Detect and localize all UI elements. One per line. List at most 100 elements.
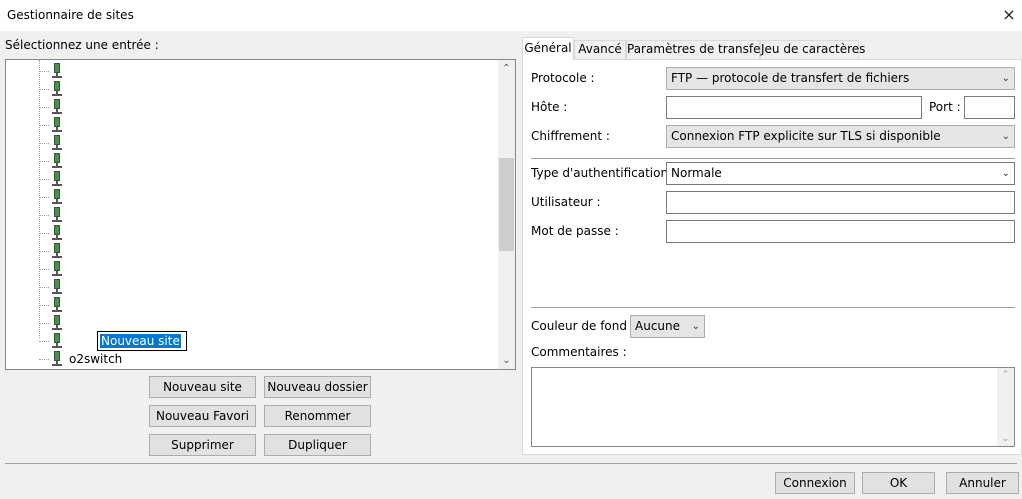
tree-item-site[interactable] <box>39 98 459 116</box>
tree-connector <box>39 197 49 198</box>
title-bar: Gestionnaire de sites × <box>0 0 1022 31</box>
tree-item-site[interactable] <box>39 278 459 296</box>
tree-scrollbar[interactable]: ⌃ ⌄ <box>498 60 515 369</box>
tree-item-site[interactable] <box>39 242 459 260</box>
tree-item-site[interactable] <box>39 260 459 278</box>
tree-connector <box>39 341 49 342</box>
server-icon <box>52 117 62 133</box>
tree-item-site[interactable] <box>39 314 459 332</box>
chevron-down-icon: ⌄ <box>1001 168 1010 179</box>
tree-connector <box>39 179 49 180</box>
auth-type-select[interactable]: Normale ⌄ <box>666 162 1015 185</box>
chevron-down-icon: ⌄ <box>1001 131 1010 142</box>
port-label: Port : <box>929 100 961 114</box>
host-input[interactable] <box>666 96 922 119</box>
chevron-down-icon: ⌄ <box>1001 73 1010 84</box>
background-color-value: Aucune <box>635 319 681 333</box>
divider <box>531 158 1015 159</box>
server-icon <box>52 351 62 367</box>
background-color-select[interactable]: Aucune ⌄ <box>630 315 705 338</box>
tab-transfer-settings[interactable]: Paramètres de transfert <box>626 40 770 59</box>
background-color-label: Couleur de fond : <box>531 319 635 333</box>
server-icon <box>52 153 62 169</box>
comments-scrollbar[interactable]: ⌃ ⌄ <box>997 368 1014 446</box>
new-bookmark-button[interactable]: Nouveau Favori <box>149 405 256 427</box>
server-icon <box>52 171 62 187</box>
tree-item-site[interactable] <box>39 80 459 98</box>
auth-type-value: Normale <box>671 166 722 180</box>
server-icon <box>52 99 62 115</box>
protocol-label: Protocole : <box>531 71 595 85</box>
tree-connector <box>39 125 49 126</box>
rename-site-value: Nouveau site <box>100 334 181 348</box>
tree-item-site[interactable] <box>39 170 459 188</box>
tree-item-site[interactable] <box>39 224 459 242</box>
tree-item-site[interactable] <box>39 134 459 152</box>
encryption-value: Connexion FTP explicite sur TLS si dispo… <box>671 129 941 143</box>
auth-type-label: Type d'authentification : <box>531 166 676 180</box>
tree-item-label: o2switch <box>69 352 123 366</box>
scroll-up-icon[interactable]: ⌃ <box>498 60 515 77</box>
password-label: Mot de passe : <box>531 224 619 238</box>
tree-connector <box>39 287 49 288</box>
tree-connector <box>39 143 49 144</box>
server-icon <box>52 135 62 151</box>
tree-connector <box>39 323 49 324</box>
rename-site-input[interactable]: Nouveau site <box>97 331 187 351</box>
divider <box>5 463 1017 464</box>
protocol-value: FTP — protocole de transfert de fichiers <box>671 71 910 85</box>
tree-item-site[interactable] <box>39 152 459 170</box>
tree-item-site[interactable]: o2switch <box>39 350 459 368</box>
host-label: Hôte : <box>531 100 568 114</box>
server-icon <box>52 297 62 313</box>
user-label: Utilisateur : <box>531 195 601 209</box>
server-icon <box>52 279 62 295</box>
tab-general[interactable]: Général <box>522 37 574 60</box>
new-site-button[interactable]: Nouveau site <box>149 376 256 398</box>
encryption-select[interactable]: Connexion FTP explicite sur TLS si dispo… <box>666 125 1015 148</box>
ok-button[interactable]: OK <box>862 472 935 494</box>
chevron-down-icon: ⌄ <box>691 321 700 332</box>
scroll-up-icon[interactable]: ⌃ <box>997 370 1014 380</box>
scroll-down-icon[interactable]: ⌄ <box>498 352 515 369</box>
tree-item-site[interactable] <box>39 116 459 134</box>
tree-item-site[interactable] <box>39 206 459 224</box>
comments-textarea[interactable]: ⌃ ⌄ <box>531 367 1015 447</box>
tree-connector <box>39 107 49 108</box>
protocol-select[interactable]: FTP — protocole de transfert de fichiers… <box>666 67 1015 90</box>
new-folder-button[interactable]: Nouveau dossier <box>264 376 371 398</box>
tree-item-site[interactable] <box>39 62 459 80</box>
password-input[interactable] <box>666 220 1015 243</box>
tree-connector <box>39 305 49 306</box>
connect-button[interactable]: Connexion <box>775 472 855 494</box>
tree-connector <box>39 71 49 72</box>
tree-connector <box>39 269 49 270</box>
server-icon <box>52 189 62 205</box>
tab-charset[interactable]: Jeu de caractères <box>760 40 865 59</box>
delete-button[interactable]: Supprimer <box>149 434 256 456</box>
server-icon <box>52 81 62 97</box>
tree-connector <box>39 215 49 216</box>
cancel-button[interactable]: Annuler <box>946 472 1019 494</box>
tree-item-site[interactable] <box>39 188 459 206</box>
port-input[interactable] <box>964 96 1015 119</box>
server-icon <box>52 225 62 241</box>
server-icon <box>52 333 62 349</box>
scroll-down-icon[interactable]: ⌄ <box>997 434 1014 444</box>
site-tree[interactable]: Nouveau site o2switch ⌃ ⌄ <box>5 59 516 370</box>
select-entry-label: Sélectionnez une entrée : <box>5 38 159 52</box>
divider <box>531 307 1015 308</box>
tree-item-site[interactable] <box>39 296 459 314</box>
duplicate-button[interactable]: Dupliquer <box>264 434 371 456</box>
server-icon <box>52 207 62 223</box>
close-icon[interactable]: × <box>998 4 1020 26</box>
server-icon <box>52 63 62 79</box>
tab-advanced[interactable]: Avancé <box>574 40 626 59</box>
scrollbar-thumb[interactable] <box>499 158 514 251</box>
server-icon <box>52 315 62 331</box>
user-input[interactable] <box>666 191 1015 214</box>
tree-connector <box>39 359 49 360</box>
rename-button[interactable]: Renommer <box>264 405 371 427</box>
tree-item-site[interactable]: Nouveau site <box>39 331 459 351</box>
tree-connector <box>39 251 49 252</box>
